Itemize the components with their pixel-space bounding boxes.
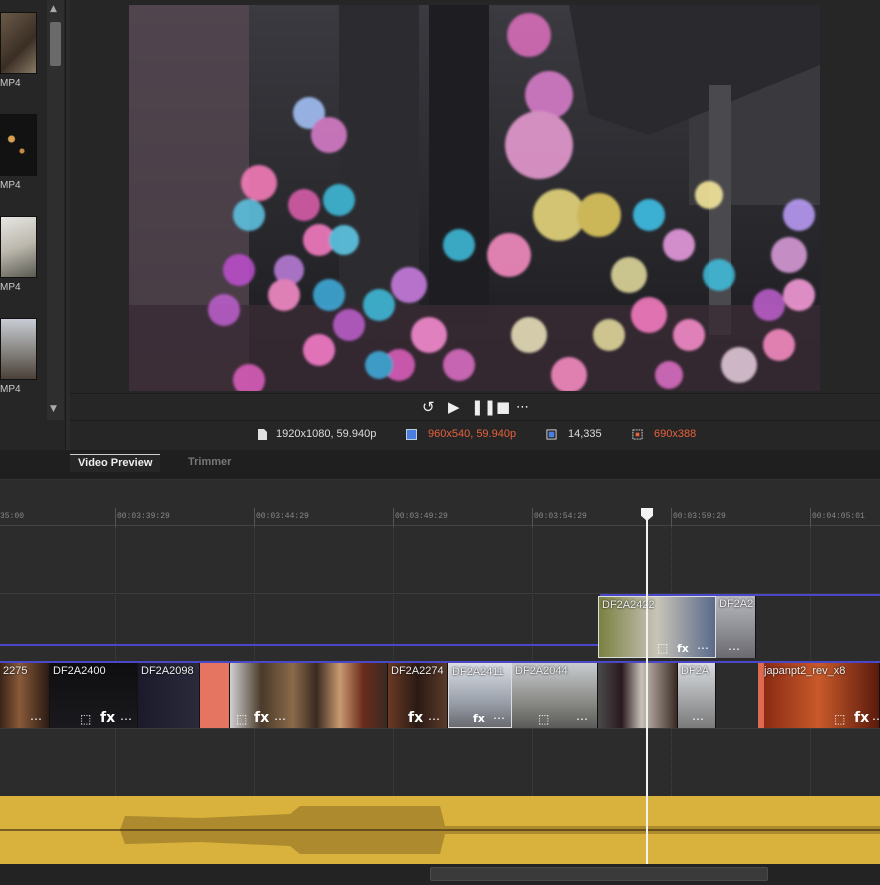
opacity-line [0, 644, 600, 646]
clip-more-icon[interactable]: ⋯ [428, 712, 440, 726]
ruler-line [671, 508, 672, 526]
clip-crop-icon[interactable]: ⬚ [657, 641, 668, 655]
clip-label: DF2A2400 [53, 665, 106, 677]
media-thumb[interactable] [0, 318, 37, 380]
more-icon[interactable]: ⋯ [516, 400, 529, 415]
clip-label: japanpt2_rev_x8 [764, 665, 846, 677]
media-thumb-label: MP4 [0, 180, 21, 191]
tab-video-preview[interactable]: Video Preview [70, 454, 161, 472]
clip-more-icon[interactable]: ⋯ [274, 712, 286, 726]
ruler-line [393, 508, 394, 526]
crop-icon [632, 429, 643, 440]
clip-label: DF2A2274 [391, 665, 444, 677]
clip-label: DF2A [681, 665, 710, 677]
clip-more-icon[interactable]: ⋯ [697, 641, 709, 655]
play-icon[interactable]: ▶ [448, 398, 460, 416]
timeline-clip[interactable]: DF2A2274 fx ⋯ [388, 663, 448, 728]
clip-more-icon[interactable]: ⋯ [30, 712, 42, 726]
clip-more-icon[interactable]: ⋯ [576, 712, 588, 726]
preview-resolution: 960x540, 59.940p [428, 428, 517, 440]
scroll-thumb[interactable] [50, 22, 61, 66]
loop-icon[interactable]: ↺ [422, 398, 435, 416]
scroll-thumb[interactable] [430, 867, 768, 881]
clip-label: DF2A2044 [515, 665, 568, 677]
playback-controls: ↺ ▶ ❚❚ ■ ⋯ [70, 393, 880, 421]
file-icon [258, 429, 267, 440]
ruler-line [810, 508, 811, 526]
timeline-clip[interactable]: DF2A2411 fx ⋯ [448, 663, 512, 728]
clip-fx-icon[interactable]: fx [254, 710, 269, 726]
clip-label: DF2A2098 [141, 665, 194, 677]
timeline-clip[interactable]: DF2A2422 ⬚ fx ⋯ [598, 596, 716, 658]
clip-label: DF2A2 [719, 598, 754, 610]
ruler-tick: 00:03:39:29 [117, 512, 170, 521]
clip-fx-icon[interactable]: fx [408, 710, 423, 726]
timeline-clip[interactable]: DF2A2044 ⬚ ⋯ [512, 663, 598, 728]
clip-more-icon[interactable]: ⋯ [692, 712, 704, 726]
scroll-down-icon[interactable]: ▼ [50, 404, 57, 414]
video-frame-image [129, 5, 820, 391]
ruler-tick: 00:04:05:01 [812, 512, 865, 521]
timeline-clip[interactable]: DF2A2 ⋯ [716, 596, 756, 658]
track-divider [0, 728, 880, 729]
clip-label: 2275 [3, 665, 28, 677]
frame-icon [546, 429, 557, 440]
ruler-tick: 00:03:49:29 [395, 512, 448, 521]
ruler-tick: 00:03:59:29 [673, 512, 726, 521]
tab-trimmer[interactable]: Trimmer [180, 454, 239, 472]
pause-icon[interactable]: ❚❚ [471, 398, 496, 416]
frame-count: 14,335 [568, 428, 602, 440]
media-scrollbar[interactable]: ▲ ▼ [47, 0, 64, 420]
video-preview-frame [129, 5, 820, 391]
stop-icon[interactable]: ■ [496, 398, 510, 416]
ruler-line [254, 508, 255, 526]
timeline-ruler[interactable]: 35:00 00:03:39:29 00:03:44:29 00:03:49:2… [0, 508, 880, 526]
waveform-graphic [0, 796, 880, 864]
clip-fx-icon[interactable]: fx [854, 710, 869, 726]
media-thumb-label: MP4 [0, 78, 21, 89]
clip-more-icon[interactable]: ⋯ [120, 712, 132, 726]
preview-tab-bar: Video Preview Trimmer [0, 450, 880, 480]
timeline-clip[interactable]: 2275 ⋯ [0, 663, 50, 728]
clip-more-icon[interactable]: ⋯ [872, 712, 879, 726]
timeline-clip[interactable]: ⬚ fx ⋯ [230, 663, 388, 728]
clip-more-icon[interactable]: ⋯ [493, 711, 505, 725]
clip-crop-icon[interactable]: ⬚ [538, 712, 549, 726]
clip-crop-icon[interactable]: ⬚ [834, 712, 845, 726]
ruler-line [115, 508, 116, 526]
timeline-clip[interactable]: DF2A2098 [138, 663, 200, 728]
media-thumb[interactable] [0, 216, 37, 278]
timeline-clip[interactable] [200, 663, 230, 728]
ruler-line [532, 508, 533, 526]
ruler-tick: 00:03:44:29 [256, 512, 309, 521]
media-thumb-label: MP4 [0, 384, 21, 395]
ruler-tick: 35:00 [0, 512, 25, 521]
clip-label: DF2A2411 [452, 666, 504, 678]
clip-fx-icon[interactable]: fx [473, 712, 485, 725]
preview-resolution-icon [406, 429, 417, 440]
timeline-clip[interactable] [598, 663, 678, 728]
timeline-clip[interactable]: DF2A ⋯ [678, 663, 716, 728]
timeline-horizontal-scrollbar[interactable] [0, 864, 880, 885]
clip-crop-icon[interactable]: ⬚ [80, 712, 91, 726]
timeline-clip[interactable]: DF2A2400 ⬚ fx ⋯ [50, 663, 138, 728]
clip-more-icon[interactable]: ⋯ [728, 642, 740, 656]
playhead[interactable] [646, 508, 648, 864]
media-thumb[interactable] [0, 114, 37, 176]
clip-fx-icon[interactable]: fx [677, 642, 689, 655]
media-thumb-label: MP4 [0, 282, 21, 293]
scroll-up-icon[interactable]: ▲ [50, 4, 57, 14]
clip-fx-icon[interactable]: fx [100, 710, 115, 726]
timeline-clip[interactable]: japanpt2_rev_x8 ⬚ fx ⋯ [758, 663, 880, 728]
clip-crop-icon[interactable]: ⬚ [236, 712, 247, 726]
media-thumb[interactable] [0, 12, 37, 74]
preview-info-bar: 1920x1080, 59.940p 960x540, 59.940p 14,3… [70, 422, 880, 448]
ruler-tick: 00:03:54:29 [534, 512, 587, 521]
source-resolution: 1920x1080, 59.940p [276, 428, 377, 440]
crop-size: 690x388 [654, 428, 697, 440]
audio-track-waveform[interactable] [0, 796, 880, 864]
